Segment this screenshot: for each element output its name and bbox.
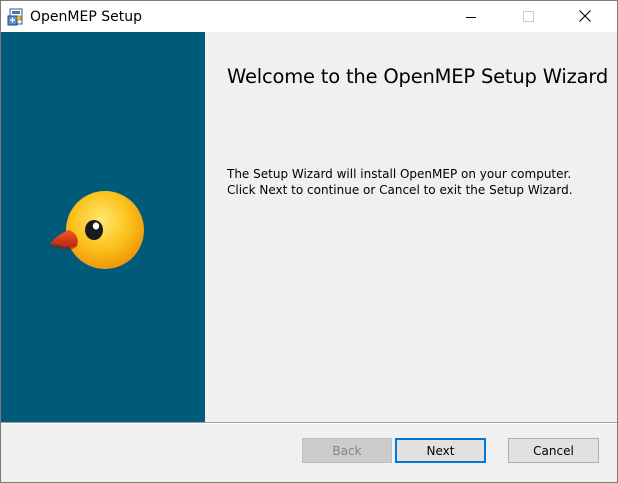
- title-bar[interactable]: OpenMEP Setup: [1, 1, 617, 32]
- setup-window: OpenMEP Setup Welcome to the OpenMEP Set…: [0, 0, 618, 483]
- close-button[interactable]: [562, 1, 608, 32]
- minimize-icon: [466, 7, 476, 26]
- cancel-button[interactable]: Cancel: [508, 438, 599, 463]
- maximize-button[interactable]: [505, 1, 551, 32]
- maximize-icon: [522, 7, 534, 26]
- next-button[interactable]: Next: [395, 438, 486, 463]
- wizard-banner: [1, 32, 205, 422]
- close-icon: [579, 7, 591, 26]
- back-button[interactable]: Back: [302, 438, 392, 463]
- minimize-button[interactable]: [448, 1, 494, 32]
- page-title: Welcome to the OpenMEP Setup Wizard: [227, 65, 609, 88]
- wizard-footer: Back Next Cancel: [1, 424, 617, 482]
- duck-icon: [47, 186, 147, 276]
- wizard-content: Welcome to the OpenMEP Setup Wizard The …: [205, 32, 617, 422]
- installer-icon: [7, 8, 25, 26]
- description-text: The Setup Wizard will install OpenMEP on…: [227, 167, 573, 197]
- window-title: OpenMEP Setup: [30, 9, 142, 25]
